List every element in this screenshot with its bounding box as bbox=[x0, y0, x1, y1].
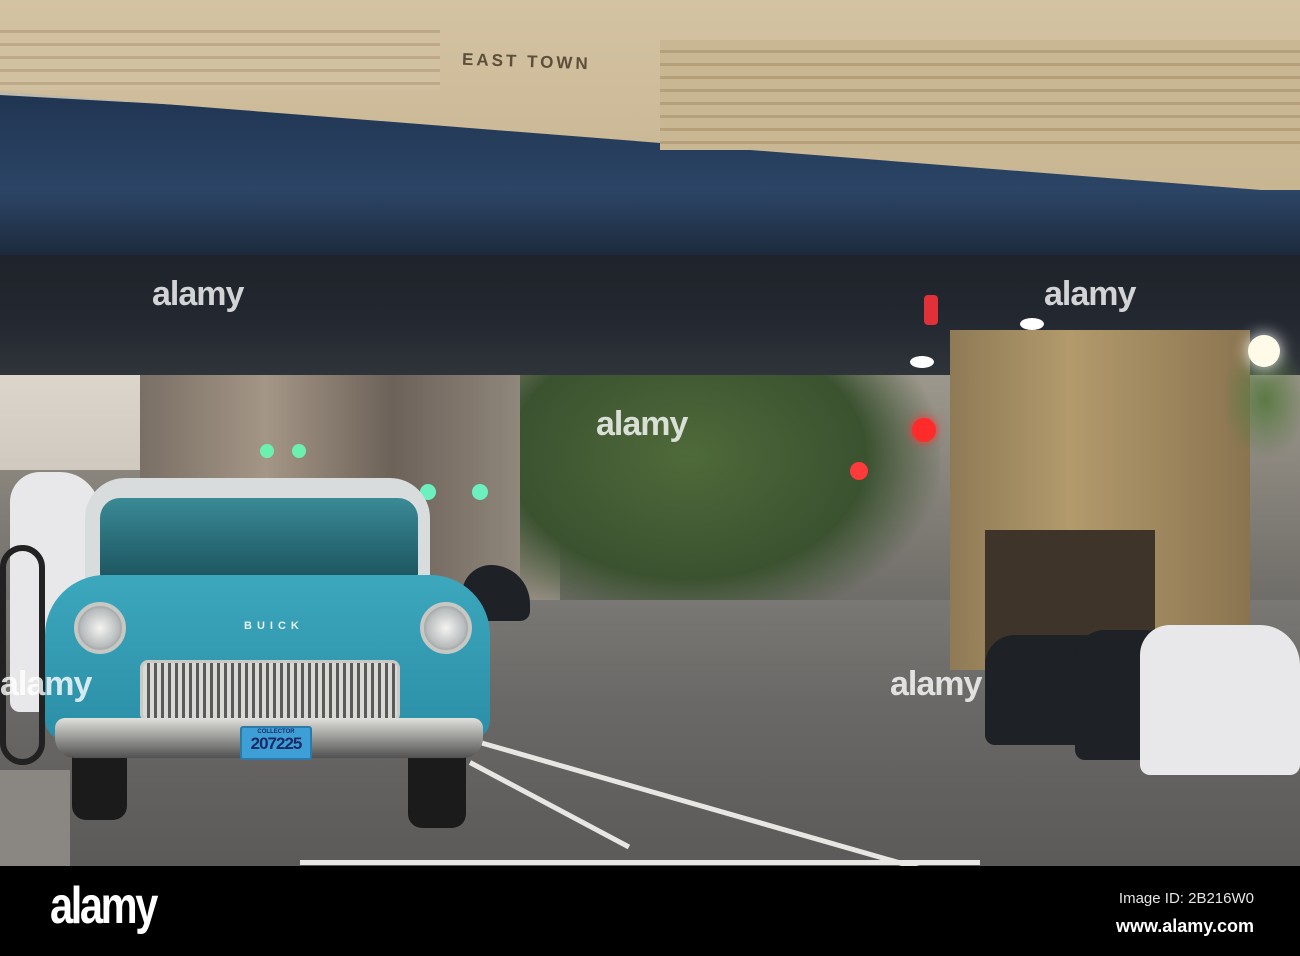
website-link[interactable]: www.alamy.com bbox=[1116, 916, 1254, 937]
car-headlight bbox=[74, 602, 126, 654]
bridge-stripes bbox=[660, 40, 1300, 150]
ceiling-light bbox=[910, 356, 934, 368]
car-windshield bbox=[100, 498, 418, 578]
license-plate: COLLECTOR 207225 bbox=[240, 726, 312, 760]
curb bbox=[0, 770, 70, 866]
watermark: alamy bbox=[890, 665, 982, 703]
lane-marking bbox=[300, 860, 980, 865]
bridge-stripes bbox=[0, 20, 440, 90]
watermark: alamy bbox=[1044, 275, 1136, 313]
footer-bar: alamy Image ID: 2B216W0 www.alamy.com bbox=[0, 866, 1300, 956]
street-lamp bbox=[1248, 335, 1280, 367]
ceiling-light bbox=[1020, 318, 1044, 330]
traffic-light-red bbox=[912, 418, 936, 442]
hood-badge: BUICK bbox=[244, 620, 304, 632]
trees bbox=[520, 340, 940, 630]
traffic-light-green bbox=[292, 444, 306, 458]
traffic-light-red bbox=[924, 295, 938, 325]
image-id: Image ID: 2B216W0 bbox=[1118, 890, 1254, 907]
traffic-light-red bbox=[850, 462, 868, 480]
watermark: alamy bbox=[152, 275, 244, 313]
watermark: alamy bbox=[0, 665, 92, 703]
alamy-logo: alamy bbox=[50, 877, 158, 935]
traffic-light-green bbox=[260, 444, 274, 458]
car-grille bbox=[140, 660, 400, 722]
car-headlight bbox=[420, 602, 472, 654]
bicycle-wheel bbox=[0, 545, 45, 765]
watermark: alamy bbox=[596, 405, 688, 443]
street-photo: EAST TOWN BUICK COLLECTOR 207225 alamy a… bbox=[0, 0, 1300, 866]
parked-car-white bbox=[1140, 625, 1300, 775]
traffic-light-green bbox=[472, 484, 488, 500]
plate-number: 207225 bbox=[250, 734, 303, 753]
